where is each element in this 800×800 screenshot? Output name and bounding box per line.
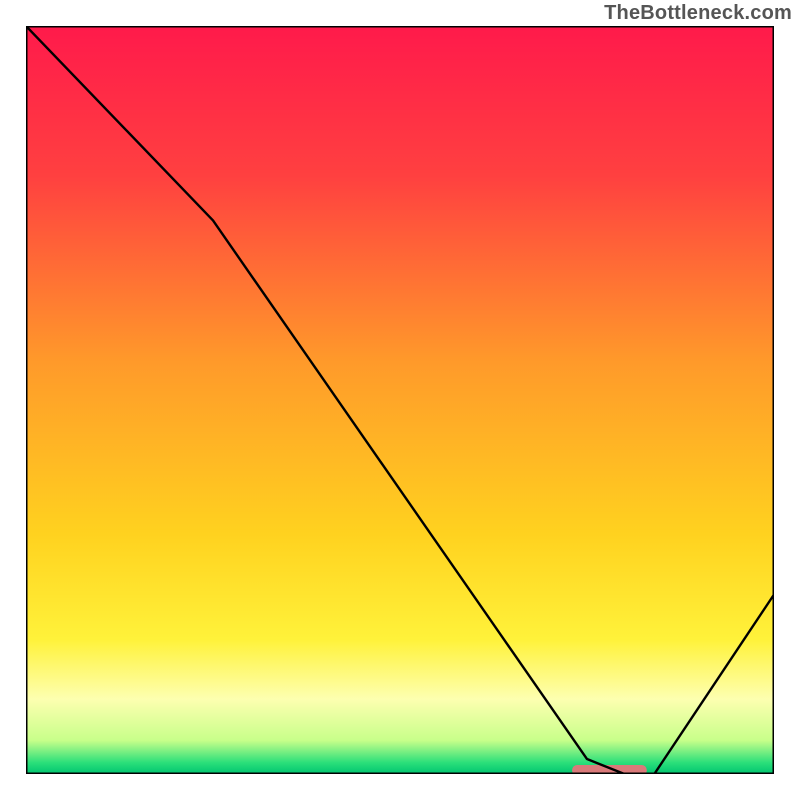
watermark-label: TheBottleneck.com — [604, 2, 792, 25]
plot-area — [26, 26, 774, 774]
bottleneck-chart — [26, 26, 774, 774]
chart-container: TheBottleneck.com — [0, 0, 800, 800]
